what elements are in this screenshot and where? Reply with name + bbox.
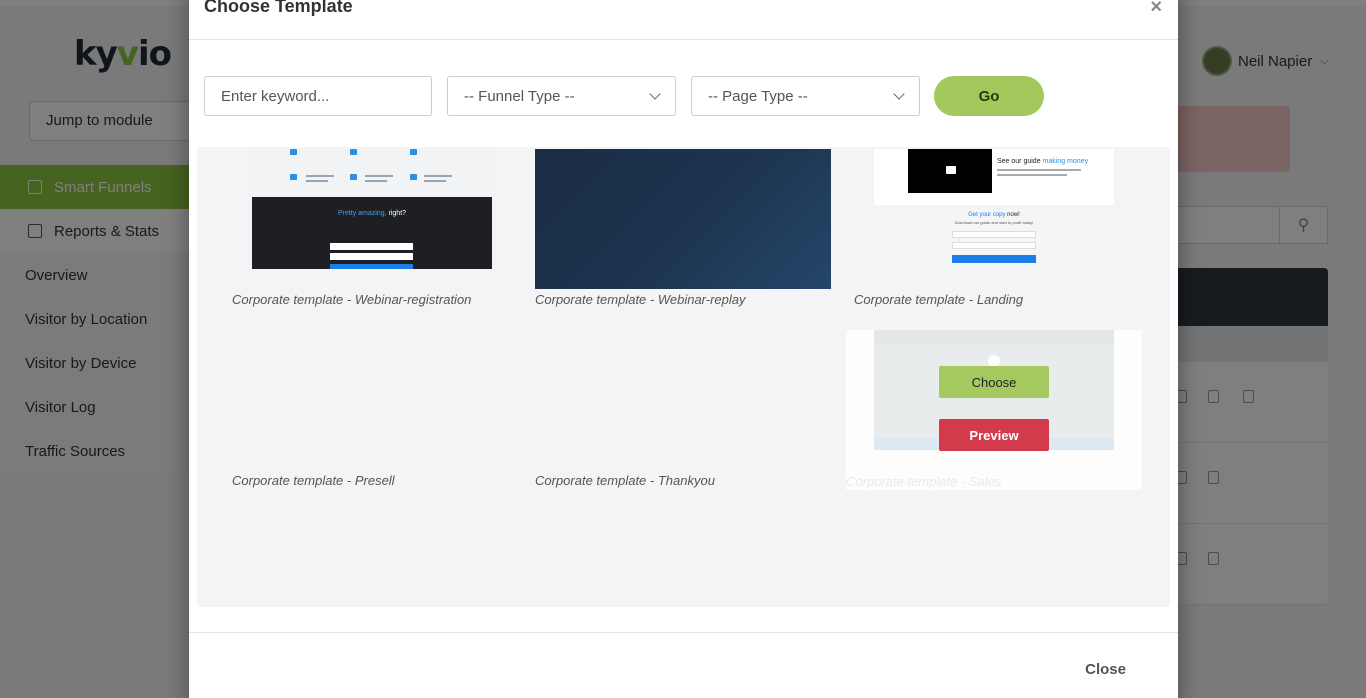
template-thumbnail-webinar-replay[interactable] bbox=[535, 149, 831, 289]
close-icon[interactable]: × bbox=[1150, 0, 1162, 19]
funnel-type-select[interactable]: -- Funnel Type -- bbox=[447, 76, 676, 116]
play-icon bbox=[946, 166, 956, 174]
go-button[interactable]: Go bbox=[934, 76, 1044, 116]
modal-footer: Close bbox=[189, 632, 1178, 698]
template-caption: Corporate template - Thankyou bbox=[535, 473, 715, 488]
chevron-down-icon bbox=[649, 88, 661, 100]
template-caption: Corporate template - Sales bbox=[846, 474, 1002, 489]
template-thumbnail-webinar-registration[interactable]: Pretty amazing, right? bbox=[252, 149, 492, 269]
video-player bbox=[908, 149, 992, 193]
template-thumbnail-landing[interactable]: See our guide making money Get your copy… bbox=[874, 149, 1114, 269]
template-caption: Corporate template - Presell bbox=[232, 473, 395, 488]
modal-header: Choose Template × bbox=[189, 0, 1178, 40]
template-caption: Corporate template - Webinar-replay bbox=[535, 292, 746, 307]
template-card-sales[interactable]: Choose Preview Corporate template - Sale… bbox=[846, 330, 1142, 490]
close-button[interactable]: Close bbox=[1085, 661, 1126, 678]
choose-template-modal: Choose Template × -- Funnel Type -- -- P… bbox=[189, 0, 1178, 698]
template-caption: Corporate template - Landing bbox=[854, 292, 1024, 307]
template-filters: -- Funnel Type -- -- Page Type -- Go bbox=[204, 76, 1104, 116]
page-type-select[interactable]: -- Page Type -- bbox=[691, 76, 920, 116]
keyword-input[interactable] bbox=[204, 76, 432, 116]
preview-button[interactable]: Preview bbox=[939, 419, 1049, 451]
chevron-down-icon bbox=[893, 88, 905, 100]
modal-title: Choose Template bbox=[204, 0, 353, 16]
template-caption: Corporate template - Webinar-registratio… bbox=[232, 292, 472, 307]
template-grid: Pretty amazing, right? Corporate templat… bbox=[197, 147, 1170, 607]
choose-button[interactable]: Choose bbox=[939, 366, 1049, 398]
